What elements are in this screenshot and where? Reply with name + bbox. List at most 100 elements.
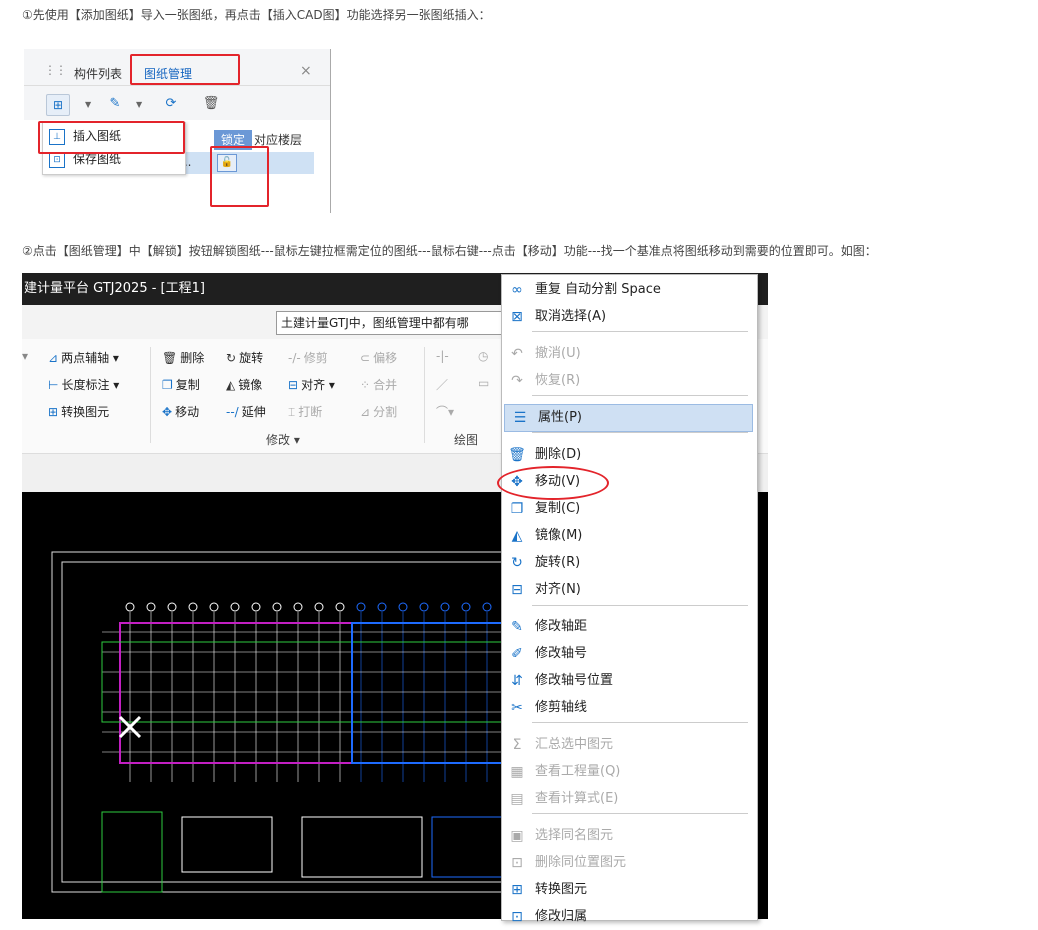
menu-separator <box>532 331 748 332</box>
context-menu-label: 撤消(U) <box>535 346 581 361</box>
delete-button[interactable]: 🗑 删除 <box>162 349 204 366</box>
split-icon: ⊿ <box>360 405 371 419</box>
trim-button[interactable]: -/- 修剪 <box>288 349 328 366</box>
context-menu-label: 对齐(N) <box>535 582 581 597</box>
context-menu-item[interactable]: ◭ 镜像(M) <box>502 523 757 549</box>
merge-button[interactable]: ⁘ 合并 <box>360 376 397 393</box>
context-menu-item[interactable]: ☰ 属性(P) <box>504 404 753 432</box>
chevron-down-icon[interactable]: ▾ <box>22 349 28 363</box>
highlight-box-insert <box>38 121 185 154</box>
redo-icon: ↷ <box>511 373 523 389</box>
view-formula-icon: ▤ <box>510 791 524 807</box>
ribbon-group-draw[interactable]: 绘图 <box>454 431 478 448</box>
break-button[interactable]: ⌶ 打断 <box>288 403 322 420</box>
line-icon[interactable]: ／ <box>436 376 448 393</box>
context-menu-label: 修改轴距 <box>535 619 588 634</box>
context-menu-item[interactable]: ↻ 旋转(R) <box>502 550 757 576</box>
context-menu-item[interactable]: ⊠ 取消选择(A) <box>502 304 757 330</box>
context-menu-item[interactable]: ↶ 撤消(U) <box>502 341 757 367</box>
trash-icon[interactable]: 🗑 <box>200 94 222 114</box>
length-dimension-button[interactable]: ⊢ 长度标注 ▾ <box>48 376 119 393</box>
context-menu-label: 修剪轴线 <box>535 700 588 715</box>
rotate-button[interactable]: ↻ 旋转 <box>226 349 263 366</box>
context-menu-item[interactable]: ⇵ 修改轴号位置 <box>502 668 757 694</box>
axis-bubble <box>419 602 429 612</box>
context-menu-item[interactable]: ▤ 查看计算式(E) <box>502 786 757 812</box>
context-menu-label: 重复 自动分割 Space <box>535 282 661 297</box>
point-icon[interactable]: -|- <box>436 349 449 363</box>
split-button[interactable]: ⊿ 分割 <box>360 403 397 420</box>
menu-separator <box>532 432 748 433</box>
ribbon-group-modify[interactable]: 修改 ▾ <box>266 431 300 448</box>
merge-icon: ⁘ <box>360 378 371 392</box>
axis-bubble <box>230 602 240 612</box>
context-menu-label: 镜像(M) <box>535 528 583 543</box>
close-icon[interactable]: × <box>300 63 312 79</box>
highlight-oval-move <box>497 466 609 500</box>
edit-attribution-icon: ⊡ <box>511 909 523 925</box>
context-menu-label: 汇总选中图元 <box>535 737 614 752</box>
context-menu: ∞ 重复 自动分割 Space ⊠ 取消选择(A) ↶ 撤消(U) ↷ 恢复(R) ☰ 属性(P)… <box>501 274 758 925</box>
highlight-box-tab <box>130 54 240 85</box>
context-menu-item[interactable]: ⊟ 对齐(N) <box>502 577 757 603</box>
cancel-select-icon: ⊠ <box>511 309 523 325</box>
context-menu-item[interactable]: ❐ 复制(C) <box>502 496 757 522</box>
mirror-icon: ◭ <box>511 528 523 544</box>
context-menu-label: 属性(P) <box>538 410 582 425</box>
axis-bubble <box>398 602 408 612</box>
two-point-axis-button[interactable]: ⊿ 两点辅轴 ▾ <box>48 349 119 366</box>
menu-separator <box>532 395 748 396</box>
mirror-button[interactable]: ◭ 镜像 <box>226 376 262 393</box>
menu-separator <box>532 722 748 723</box>
menu-separator <box>532 813 748 814</box>
axis-bubble <box>440 602 450 612</box>
copy-button[interactable]: ❐ 复制 <box>162 376 200 393</box>
context-menu-item[interactable]: ✐ 修改轴号 <box>502 641 757 667</box>
drawing-gridlines <box>102 602 522 782</box>
context-menu-item[interactable]: Σ 汇总选中图元 <box>502 732 757 758</box>
drag-grip-icon[interactable]: ⋮⋮ <box>44 63 67 77</box>
axis-bubble <box>125 602 135 612</box>
context-menu-item[interactable]: 🗑 删除(D) <box>502 442 757 468</box>
offset-button[interactable]: ⊂ 偏移 <box>360 349 397 366</box>
context-menu-item[interactable]: ✎ 修改轴距 <box>502 614 757 640</box>
edit-axis-number-icon: ✐ <box>511 646 523 662</box>
edit-axis-number-position-icon: ⇵ <box>511 673 523 689</box>
context-menu-item[interactable]: ⊞ 转换图元 <box>502 877 757 903</box>
context-menu-item[interactable]: ⊡ 删除同位置图元 <box>502 850 757 876</box>
offset-icon: ⊂ <box>360 351 371 365</box>
chevron-down-icon[interactable]: ▼ <box>136 100 142 109</box>
move-button[interactable]: ✥ 移动 <box>162 403 199 420</box>
rectangle-icon[interactable]: ▭ <box>478 376 489 390</box>
context-menu-item[interactable]: ↷ 恢复(R) <box>502 368 757 394</box>
convert-icon: ⊞ <box>511 882 523 898</box>
axis-bubble <box>209 602 219 612</box>
refresh-drawing-icon[interactable]: ⟳ <box>160 94 182 114</box>
window-title: 建计量平台 GTJ2025 - [工程1] <box>24 281 205 296</box>
context-menu-item[interactable]: ✂ 修剪轴线 <box>502 695 757 721</box>
axis-bubble <box>167 602 177 612</box>
extend-button[interactable]: --/延伸 <box>226 403 266 420</box>
add-drawing-icon[interactable]: ⊞ <box>46 94 70 116</box>
trim-icon: -/- <box>288 351 301 365</box>
chevron-down-icon[interactable]: ▼ <box>85 100 91 109</box>
repeat-icon: ∞ <box>511 282 523 298</box>
context-menu-item[interactable]: ▣ 选择同名图元 <box>502 823 757 849</box>
context-menu-item[interactable]: ⊡ 修改归属 <box>502 904 757 930</box>
mirror-icon: ◭ <box>226 378 236 392</box>
context-menu-item[interactable]: ∞ 重复 自动分割 Space <box>502 277 757 303</box>
context-menu-label: 取消选择(A) <box>535 309 607 324</box>
convert-element-button[interactable]: ⊞ 转换图元 <box>48 403 109 420</box>
arc-icon[interactable]: ⌒▾ <box>436 403 454 420</box>
sum-selected-icon: Σ <box>512 737 522 753</box>
convert-icon: ⊞ <box>48 405 59 419</box>
circle-icon[interactable]: ◷ <box>478 349 488 363</box>
align-button[interactable]: ⊟ 对齐 ▾ <box>288 376 335 393</box>
axis-bubble <box>251 602 261 612</box>
align-icon: ⊟ <box>511 582 523 598</box>
edit-drawing-icon[interactable]: ✎ <box>104 94 126 114</box>
axis-icon: ⊿ <box>48 351 59 365</box>
context-menu-item[interactable]: ▦ 查看工程量(Q) <box>502 759 757 785</box>
tab-component-list[interactable]: 构件列表 <box>74 65 122 82</box>
axis-bubble <box>314 602 324 612</box>
